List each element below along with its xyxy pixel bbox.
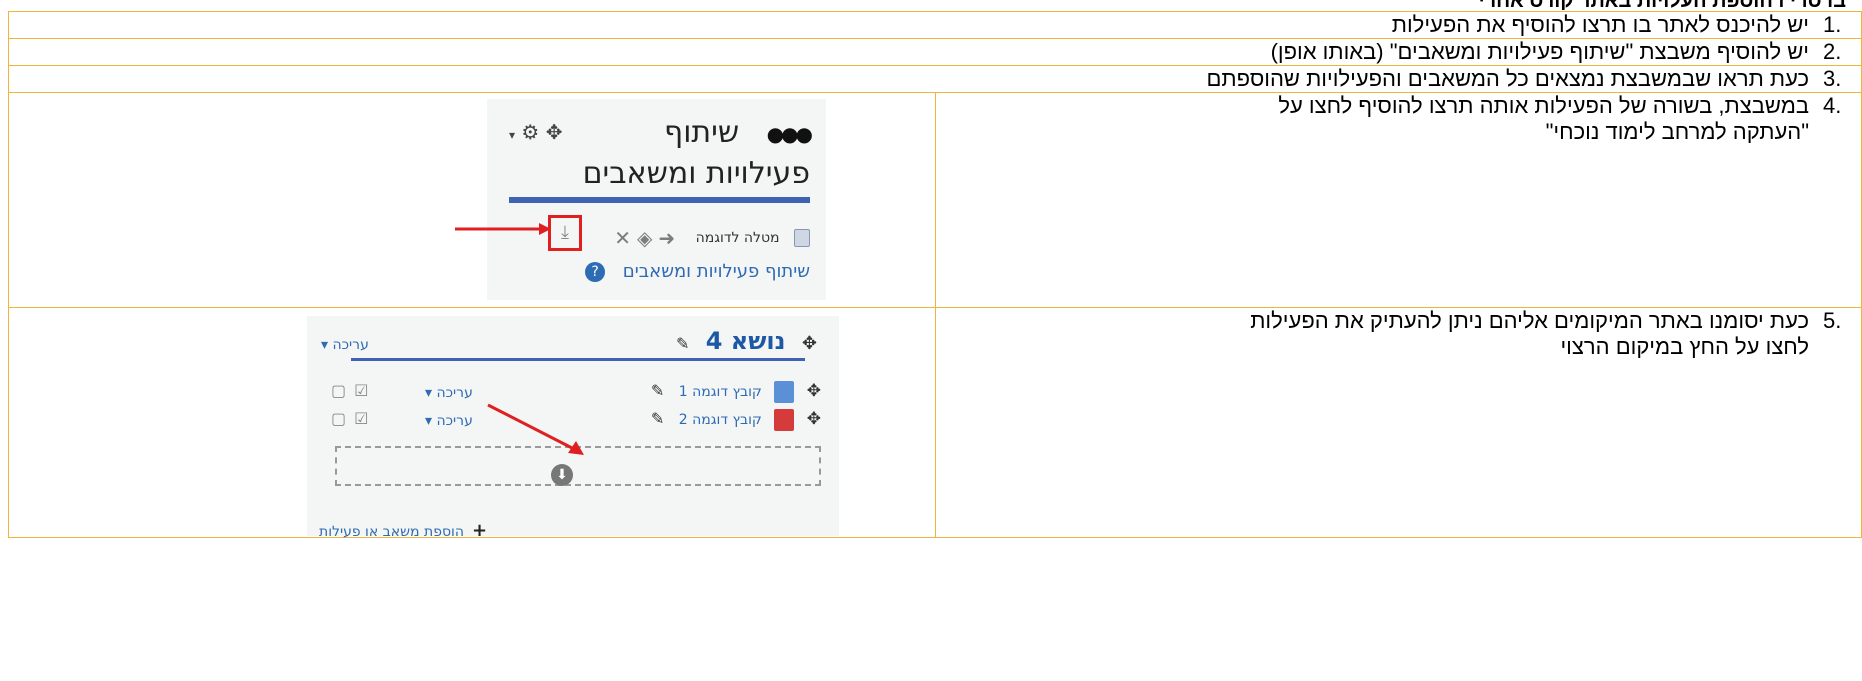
item-checkboxes: ▢☑ bbox=[331, 381, 377, 400]
step-text: 1. יש להיכנס לאתר בו תרצו להוסיף את הפעיל… bbox=[8, 11, 1862, 39]
item-name: קובץ דוגמה 1 bbox=[678, 384, 762, 400]
item-title: ✥ קובץ דוגמה 1 ✎ bbox=[651, 378, 821, 405]
pencil-icon: ✎ bbox=[675, 334, 690, 353]
section-title: ✥ נושא 4 ✎ bbox=[676, 328, 817, 357]
pencil-icon: ✎ bbox=[650, 381, 665, 400]
sharing-block-screenshot: ●●● שיתוף פעילויות ומשאבים ▾ ⚙ ✥ מטלה לד… bbox=[487, 99, 826, 300]
step-number: 2. bbox=[1823, 39, 1842, 64]
move-icon: ✥ bbox=[545, 120, 563, 144]
item-name: קובץ דוגמה 2 bbox=[678, 412, 762, 428]
section-header: ✥ נושא 4 ✎ עריכה ▾ bbox=[319, 328, 827, 358]
step-number: 4. bbox=[1823, 93, 1842, 118]
step-number: 5. bbox=[1823, 308, 1842, 333]
block-link-row: שיתוף פעילויות ומשאבים ? bbox=[585, 259, 810, 285]
page-heading: בו סו י ו הוספת העלויות באתר קורס אחרי bbox=[0, 0, 1862, 10]
activity-row: מטלה לדוגמה ➜◈✕ bbox=[614, 225, 810, 251]
assignment-icon bbox=[794, 229, 810, 247]
step-text: 2. יש להוסיף משבצת "שיתוף פעילויות ומשאבי… bbox=[8, 38, 1862, 66]
item-title: ✥ קובץ דוגמה 2 ✎ bbox=[651, 406, 821, 433]
edit-label: עריכה bbox=[436, 413, 473, 429]
block-title-line1: שיתוף bbox=[664, 115, 740, 150]
red-arrow-icon bbox=[455, 223, 551, 235]
step-label: במשבצת, בשורה של הפעילות אותה תרצו להוסי… bbox=[1278, 93, 1809, 118]
step-label-continued: לחצו על החץ במיקום הרצוי bbox=[1560, 334, 1809, 359]
screenshot-cell: ✥ נושא 4 ✎ עריכה ▾ ✥ קובץ דוגמה 1 ✎ עריכ… bbox=[8, 307, 936, 541]
help-icon: ? bbox=[585, 262, 606, 282]
list-item: ✥ קובץ דוגמה 1 ✎ עריכה ▾ ▢☑ bbox=[325, 376, 821, 404]
step-label: יש להוסיף משבצת "שיתוף פעילויות ומשאבים"… bbox=[1270, 39, 1809, 64]
gear-icon: ⚙ bbox=[521, 120, 540, 144]
step-text: 4. במשבצת, בשורה של הפעילות אותה תרצו להו… bbox=[934, 92, 1862, 308]
activity-name: מטלה לדוגמה bbox=[695, 230, 780, 246]
activity-action-icons: ➜◈✕ bbox=[614, 226, 682, 250]
edit-label: עריכה bbox=[436, 385, 473, 401]
step-number: 1. bbox=[1823, 12, 1842, 37]
add-activity-link: + הוספת משאב או פעילות bbox=[319, 518, 487, 545]
pencil-icon: ✎ bbox=[650, 409, 665, 428]
step-number: 3. bbox=[1823, 66, 1842, 91]
step-row: 4. במשבצת, בשורה של הפעילות אותה תרצו להו… bbox=[8, 92, 1862, 308]
move-icon: ✥ bbox=[806, 409, 821, 429]
item-checkboxes: ▢☑ bbox=[331, 409, 377, 428]
word-file-icon bbox=[774, 381, 795, 403]
move-icon: ✥ bbox=[801, 333, 817, 354]
screenshot-cell: ●●● שיתוף פעילויות ומשאבים ▾ ⚙ ✥ מטלה לד… bbox=[8, 92, 936, 308]
block-title-bar bbox=[509, 197, 810, 203]
block-title-line2: פעילויות ומשאבים bbox=[582, 155, 810, 191]
red-arrow-icon bbox=[487, 403, 584, 455]
step-row: 3. כעת תראו שבמשבצת נמצאים כל המשאבים והפ… bbox=[8, 65, 1862, 93]
step-label: כעת תראו שבמשבצת נמצאים כל המשאבים והפעי… bbox=[1206, 66, 1809, 91]
block-controls: ▾ ⚙ ✥ bbox=[509, 119, 562, 148]
dropdown-icon: ▾ bbox=[509, 128, 516, 142]
move-icon: ✥ bbox=[806, 381, 821, 401]
step-label: יש להיכנס לאתר בו תרצו להוסיף את הפעילות bbox=[1391, 12, 1809, 37]
step-row: 1. יש להיכנס לאתר בו תרצו להוסיף את הפעיל… bbox=[8, 11, 1862, 39]
item-edit-menu: עריכה ▾ bbox=[425, 385, 473, 401]
step-row: 2. יש להוסיף משבצת "שיתוף פעילויות ומשאבי… bbox=[8, 38, 1862, 66]
section-edit-menu: עריכה ▾ bbox=[321, 337, 369, 353]
step-row: 5. כעת יסומנו באתר המיקומים אליהם ניתן לה… bbox=[8, 307, 1862, 541]
step-text: 5. כעת יסומנו באתר המיקומים אליהם ניתן לה… bbox=[934, 307, 1862, 538]
pdf-file-icon bbox=[774, 409, 795, 431]
section-title-text: נושא 4 bbox=[705, 327, 786, 355]
step-text: 3. כעת תראו שבמשבצת נמצאים כל המשאבים והפ… bbox=[8, 65, 1862, 93]
step-text-line: 1. יש להיכנס לאתר בו תרצו להוסיף את הפעיל… bbox=[1392, 12, 1855, 37]
item-edit-menu: עריכה ▾ bbox=[425, 413, 473, 429]
steps-table: 1. יש להיכנס לאתר בו תרצו להוסיף את הפעיל… bbox=[8, 11, 1862, 541]
step-label: כעת יסומנו באתר המיקומים אליהם ניתן להעת… bbox=[1250, 308, 1809, 333]
step-label-continued: "העתקה למרחב לימוד נוכחי" bbox=[1545, 119, 1809, 144]
copy-to-course-icon: ⤓ bbox=[548, 215, 582, 251]
drop-here-icon: ⬇ bbox=[551, 464, 573, 486]
block-link-text: שיתוף פעילויות ומשאבים bbox=[622, 261, 810, 282]
menu-dots-icon: ●●● bbox=[766, 121, 813, 146]
add-activity-label: הוספת משאב או פעילות bbox=[319, 524, 465, 540]
section-title-bar bbox=[351, 358, 805, 361]
plus-icon: + bbox=[472, 520, 488, 541]
edit-label: עריכה bbox=[332, 337, 369, 353]
